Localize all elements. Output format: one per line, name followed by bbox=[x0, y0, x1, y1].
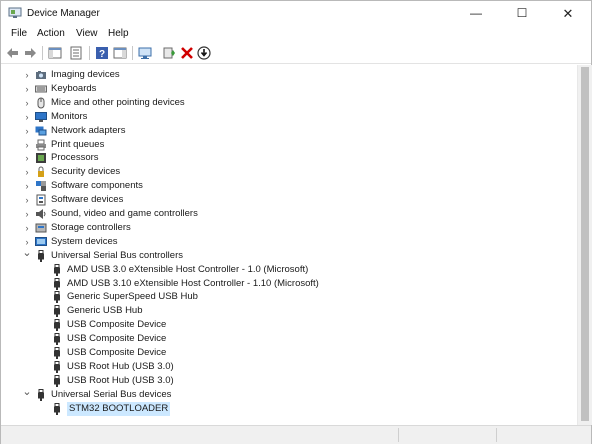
expand-toggle-collapsed[interactable]: › bbox=[22, 96, 32, 110]
keyboard-icon bbox=[35, 85, 47, 93]
usb-icon bbox=[38, 388, 44, 401]
imaging-devices-icon bbox=[36, 71, 46, 79]
mouse-icon bbox=[37, 97, 45, 109]
usb-icon bbox=[54, 291, 60, 304]
expand-toggle-collapsed[interactable]: › bbox=[22, 82, 32, 96]
properties-icon[interactable] bbox=[69, 46, 83, 60]
usb-icon bbox=[54, 360, 60, 373]
toolbar-separator bbox=[42, 46, 43, 60]
menu-file[interactable]: File bbox=[11, 28, 27, 39]
software-device-icon bbox=[36, 194, 46, 206]
tree-device-label: USB Composite Device bbox=[67, 319, 167, 331]
back-arrow-icon[interactable] bbox=[6, 46, 20, 60]
printer-icon bbox=[36, 139, 46, 150]
status-bar bbox=[1, 425, 591, 444]
expand-toggle-collapsed[interactable]: › bbox=[22, 68, 32, 82]
usb-icon bbox=[54, 347, 60, 359]
device-manager-window: Device Manager — ☐ ✕ File Action View He… bbox=[0, 0, 592, 444]
tree-device-label: STM32 BOOTLOADER bbox=[67, 401, 171, 416]
device-manager-app-icon bbox=[8, 7, 22, 18]
tree-device-label: USB Root Hub (USB 3.0) bbox=[67, 360, 174, 372]
system-device-icon bbox=[35, 236, 47, 246]
speaker-icon bbox=[36, 209, 46, 219]
expand-toggle-expanded[interactable]: ⌄ bbox=[22, 386, 32, 402]
status-bar-separator bbox=[398, 428, 399, 442]
uninstall-device-icon[interactable] bbox=[180, 46, 194, 60]
usb-icon bbox=[38, 249, 44, 262]
tree-device-label: USB Composite Device bbox=[67, 347, 167, 358]
expand-toggle-collapsed[interactable]: › bbox=[22, 179, 32, 193]
tree-category-label: Storage controllers bbox=[51, 221, 131, 233]
tree-device-label: Generic SuperSpeed USB Hub bbox=[67, 291, 198, 303]
usb-icon bbox=[54, 277, 60, 290]
toolbar: ? bbox=[1, 43, 591, 64]
menu-view[interactable]: View bbox=[76, 28, 98, 39]
scan-hardware-changes-icon[interactable] bbox=[138, 46, 152, 60]
tree-device-label: AMD USB 3.10 eXtensible Host Controller … bbox=[67, 277, 319, 289]
network-adapter-icon bbox=[35, 126, 47, 136]
action-pane-icon[interactable] bbox=[113, 46, 127, 60]
menu-bar: File Action View Help bbox=[1, 26, 591, 43]
usb-icon bbox=[54, 374, 60, 387]
toolbar-separator bbox=[89, 46, 90, 60]
expand-toggle-collapsed[interactable]: › bbox=[22, 110, 32, 124]
tree-category-label: Imaging devices bbox=[51, 69, 120, 80]
svg-text:?: ? bbox=[99, 49, 105, 60]
software-component-icon bbox=[36, 181, 46, 192]
tree-category-label: Keyboards bbox=[51, 82, 97, 94]
expand-toggle-expanded[interactable]: ⌄ bbox=[22, 247, 32, 263]
toolbar-separator bbox=[132, 46, 133, 60]
tree-category-label: Processors bbox=[51, 152, 99, 164]
disable-device-icon[interactable] bbox=[197, 46, 211, 60]
tree-category-label: Mice and other pointing devices bbox=[51, 96, 185, 108]
expand-toggle-collapsed[interactable]: › bbox=[22, 124, 32, 138]
tree-category-label: Print queues bbox=[51, 138, 105, 150]
tree-category-label: Software components bbox=[51, 180, 143, 192]
tree-category-label: Security devices bbox=[51, 166, 121, 178]
help-icon[interactable]: ? bbox=[95, 46, 109, 60]
usb-icon bbox=[54, 402, 60, 415]
expand-toggle-collapsed[interactable]: › bbox=[22, 165, 32, 179]
update-driver-icon[interactable] bbox=[162, 46, 176, 60]
device-tree: › Imaging devices › Keyboards › Mice and othe… bbox=[2, 65, 576, 425]
processor-icon bbox=[36, 153, 46, 164]
tree-device-label: USB Root Hub (USB 3.0) bbox=[67, 374, 174, 386]
expand-toggle-collapsed[interactable]: › bbox=[22, 151, 32, 165]
usb-icon bbox=[54, 263, 60, 276]
tree-device-label: Generic USB Hub bbox=[67, 305, 143, 317]
expand-toggle-collapsed[interactable]: › bbox=[22, 221, 32, 235]
storage-controller-icon bbox=[35, 223, 47, 233]
tree-category-label: Network adapters bbox=[51, 124, 126, 136]
usb-icon bbox=[54, 333, 60, 346]
menu-action[interactable]: Action bbox=[37, 28, 65, 39]
tree-category-label: Universal Serial Bus devices bbox=[51, 388, 172, 400]
tree-device-label: USB Composite Device bbox=[67, 333, 167, 345]
tree-category-label: System devices bbox=[51, 235, 118, 247]
tree-category-label: Universal Serial Bus controllers bbox=[51, 249, 183, 261]
usb-icon bbox=[54, 319, 60, 332]
show-hide-console-tree-icon[interactable] bbox=[48, 46, 62, 60]
menu-help[interactable]: Help bbox=[108, 28, 129, 39]
vertical-scrollbar-thumb[interactable] bbox=[581, 67, 589, 421]
usb-icon bbox=[54, 305, 60, 318]
title-bar: Device Manager — ☐ ✕ bbox=[1, 1, 591, 26]
tree-category-label: Sound, video and game controllers bbox=[51, 208, 198, 219]
minimize-button[interactable]: — bbox=[453, 1, 499, 26]
tree-category-label: Software devices bbox=[51, 194, 124, 206]
close-button[interactable]: ✕ bbox=[545, 1, 591, 26]
tree-device-label: AMD USB 3.0 eXtensible Host Controller -… bbox=[67, 263, 309, 275]
expand-toggle-collapsed[interactable]: › bbox=[22, 138, 32, 152]
tree-category-label: Monitors bbox=[51, 110, 88, 122]
vertical-scrollbar[interactable] bbox=[577, 65, 592, 425]
status-bar-separator bbox=[496, 428, 497, 442]
security-device-icon bbox=[38, 166, 44, 178]
monitor-icon bbox=[35, 111, 47, 122]
window-title: Device Manager bbox=[27, 8, 100, 19]
expand-toggle-collapsed[interactable]: › bbox=[22, 193, 32, 207]
forward-arrow-icon[interactable] bbox=[23, 46, 37, 60]
maximize-button[interactable]: ☐ bbox=[499, 1, 545, 26]
expand-toggle-collapsed[interactable]: › bbox=[22, 207, 32, 221]
